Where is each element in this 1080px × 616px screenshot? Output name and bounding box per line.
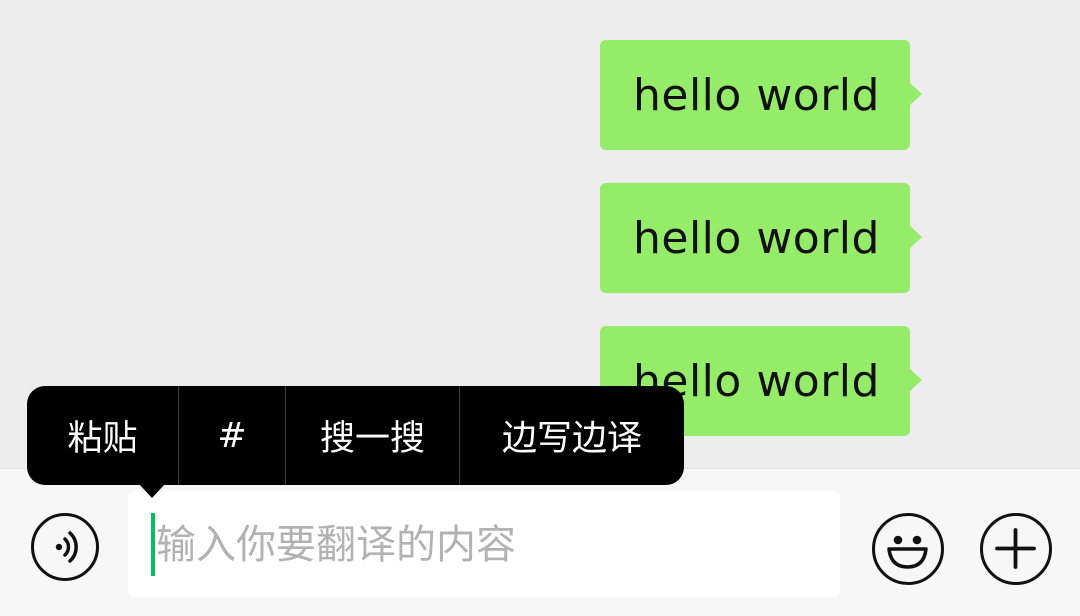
menu-item-search[interactable]: 搜一搜 [286,386,459,485]
voice-button[interactable] [31,513,99,581]
message-bubble[interactable]: hello world [600,183,922,293]
more-button[interactable] [980,513,1052,585]
plus-icon [995,528,1036,569]
voice-icon [55,531,78,563]
message-text: hello world [633,212,880,264]
menu-item-paste[interactable]: 粘贴 [27,386,178,485]
message-input[interactable]: 输入你要翻译的内容 [128,491,840,597]
menu-item-translate-while-typing[interactable]: 边写边译 [460,386,684,485]
message-bubble[interactable]: hello world [600,40,922,150]
input-placeholder: 输入你要翻译的内容 [156,522,516,568]
emoji-button[interactable] [872,513,944,585]
menu-item-hashtag[interactable]: # [179,386,285,485]
context-menu: 粘贴 # 搜一搜 边写边译 [27,386,684,498]
message-text: hello world [633,69,880,121]
text-caret [151,513,155,576]
smiley-icon [887,535,928,569]
